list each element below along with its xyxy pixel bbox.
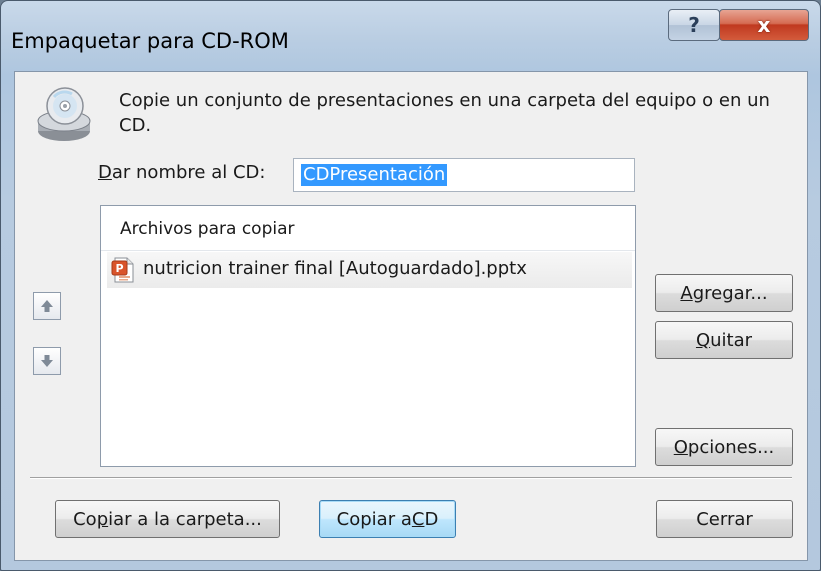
- cd-name-value: CDPresentación: [301, 164, 448, 186]
- help-button[interactable]: ?: [668, 9, 720, 41]
- cd-name-input[interactable]: CDPresentación: [293, 158, 635, 192]
- remove-button-label: uitar: [710, 329, 753, 351]
- file-name: nutricion trainer final [Autoguardado].p…: [143, 258, 527, 279]
- list-item[interactable]: P nutricion trainer final [Autoguardado]…: [107, 252, 632, 288]
- close-button-label: Cerrar: [696, 508, 753, 530]
- options-button[interactable]: Opciones...: [655, 428, 793, 466]
- files-list[interactable]: Archivos para copiar P nutricion trainer…: [100, 205, 636, 467]
- cd-name-label-accel: D: [98, 162, 112, 183]
- copy-to-cd-accel: C: [411, 508, 425, 530]
- arrow-up-icon: [41, 300, 53, 312]
- options-button-accel: O: [673, 436, 688, 458]
- copy-to-cd-label-rest: D: [424, 508, 439, 530]
- copy-to-cd-label-pre: Copiar a: [336, 508, 412, 530]
- cd-drive-icon: [37, 87, 91, 141]
- arrow-down-icon: [41, 355, 53, 367]
- close-window-button[interactable]: x: [719, 9, 809, 41]
- dialog-body: Copie un conjunto de presentaciones en u…: [14, 71, 808, 561]
- copy-to-cd-button[interactable]: Copiar a CD: [319, 500, 456, 538]
- divider: [30, 477, 792, 479]
- remove-button-accel: Q: [695, 329, 711, 351]
- copy-to-folder-label-pre: Co: [73, 508, 97, 530]
- pptx-file-icon: P: [111, 257, 134, 283]
- dialog-window: Empaquetar para CD-ROM ? x Copie un conj…: [0, 0, 821, 571]
- move-up-button[interactable]: [33, 292, 61, 320]
- close-icon: x: [757, 13, 771, 37]
- remove-button[interactable]: Quitar: [655, 321, 793, 359]
- instructions-text: Copie un conjunto de presentaciones en u…: [119, 90, 770, 136]
- cd-name-label-text: ar nombre al CD:: [111, 162, 266, 183]
- cd-name-label: Dar nombre al CD:: [98, 162, 265, 183]
- copy-to-folder-button[interactable]: Co p iar a la carpeta...: [55, 500, 280, 538]
- help-icon: ?: [688, 13, 700, 37]
- files-list-header: Archivos para copiar: [101, 206, 635, 251]
- window-title: Empaquetar para CD-ROM: [11, 29, 289, 53]
- close-button[interactable]: Cerrar: [656, 500, 793, 538]
- add-button-accel: A: [680, 282, 693, 304]
- move-down-button[interactable]: [33, 347, 61, 375]
- add-button-label: gregar...: [692, 282, 768, 304]
- copy-to-folder-label-rest: iar a la carpeta...: [108, 508, 262, 530]
- svg-text:P: P: [115, 262, 123, 275]
- options-button-label: pciones...: [687, 436, 775, 458]
- files-list-header-label: Archivos para copiar: [120, 219, 295, 239]
- copy-to-folder-accel: p: [96, 508, 109, 530]
- add-button[interactable]: Agregar...: [655, 274, 793, 312]
